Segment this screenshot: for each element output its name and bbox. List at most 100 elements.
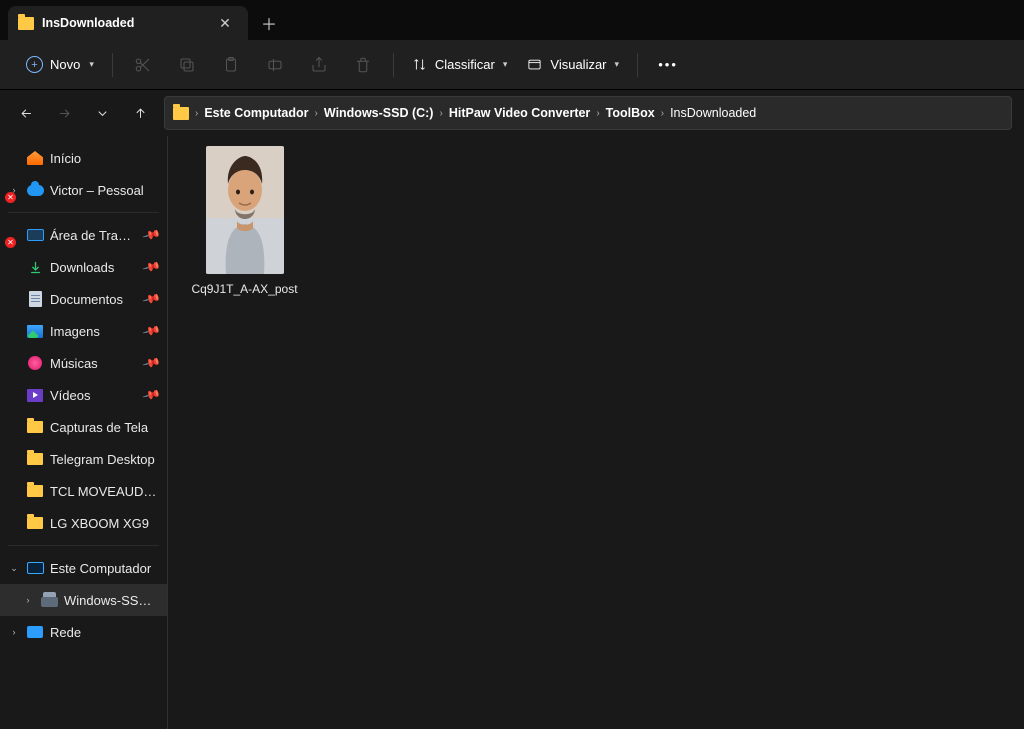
chevron-right-icon: › [195, 108, 198, 119]
sidebar-item-label: Imagens [50, 324, 138, 339]
sidebar-item-downloads[interactable]: ▸ Downloads 📌 [0, 251, 167, 283]
error-badge-icon: ✕ [5, 237, 16, 248]
separator [112, 53, 113, 77]
video-icon [26, 386, 44, 404]
clipboard-icon [222, 56, 240, 74]
file-item[interactable]: Cq9J1T_A-AX_post [192, 146, 297, 296]
arrow-right-icon [57, 106, 72, 121]
chevron-down-icon: ▾ [89, 59, 94, 70]
pin-icon: 📌 [142, 257, 162, 277]
sort-label: Classificar [435, 57, 495, 72]
sort-button[interactable]: Classificar ▾ [404, 53, 516, 76]
sidebar-item-drive[interactable]: › Windows-SSD (C:) [0, 584, 167, 616]
sidebar-item-folder[interactable]: ▸ LG XBOOM XG9 [0, 507, 167, 539]
pin-icon: 📌 [142, 289, 162, 309]
cloud-icon [26, 181, 44, 199]
sidebar-item-label: Downloads [50, 260, 138, 275]
chevron-right-icon: › [661, 108, 664, 119]
up-button[interactable] [126, 99, 154, 127]
pin-icon: 📌 [142, 225, 162, 245]
sidebar-item-folder[interactable]: ▸ TCL MOVEAUDIO S [0, 475, 167, 507]
expander-icon[interactable]: › [22, 595, 34, 605]
address-bar[interactable]: › Este Computador › Windows-SSD (C:) › H… [164, 96, 1012, 130]
file-name: Cq9J1T_A-AX_post [185, 282, 305, 296]
chevron-down-icon: ▾ [503, 59, 508, 70]
arrow-up-icon [133, 106, 148, 121]
document-icon [26, 290, 44, 308]
share-icon [310, 56, 328, 74]
desktop-icon [26, 226, 44, 244]
view-button[interactable]: Visualizar ▾ [519, 53, 627, 76]
new-button[interactable]: + Novo ▾ [18, 51, 102, 78]
sidebar-item-label: Músicas [50, 356, 138, 371]
folder-icon [18, 17, 34, 30]
sidebar-item-network[interactable]: › Rede [0, 616, 167, 648]
sidebar-item-this-pc[interactable]: ⌄ Este Computador [0, 552, 167, 584]
sidebar-item-pictures[interactable]: ▸ Imagens 📌 [0, 315, 167, 347]
folder-icon [173, 107, 189, 120]
chevron-right-icon: › [439, 108, 442, 119]
close-tab-button[interactable]: ✕ [212, 15, 238, 32]
view-icon [527, 57, 542, 72]
breadcrumb-item[interactable]: InsDownloaded [670, 106, 756, 120]
separator [8, 545, 159, 546]
breadcrumb-item[interactable]: Este Computador [204, 106, 308, 120]
separator [8, 212, 159, 213]
breadcrumb-item[interactable]: HitPaw Video Converter [449, 106, 590, 120]
pin-icon: 📌 [142, 321, 162, 341]
back-button[interactable] [12, 99, 40, 127]
copy-button[interactable] [167, 48, 207, 82]
trash-icon [354, 56, 372, 74]
tab-strip: InsDownloaded ✕ ＋ [0, 0, 1024, 40]
forward-button[interactable] [50, 99, 78, 127]
sidebar-item-videos[interactable]: ▸ Vídeos 📌 [0, 379, 167, 411]
sidebar-item-label: Windows-SSD (C:) [64, 593, 159, 608]
address-row: › Este Computador › Windows-SSD (C:) › H… [0, 90, 1024, 136]
rename-button[interactable] [255, 48, 295, 82]
sidebar-item-label: Início [50, 151, 159, 166]
tab-active[interactable]: InsDownloaded ✕ [8, 6, 248, 40]
person-thumbnail-icon [206, 146, 284, 274]
copy-icon [178, 56, 196, 74]
paste-button[interactable] [211, 48, 251, 82]
music-icon [26, 354, 44, 372]
expander-icon[interactable]: › [8, 627, 20, 637]
breadcrumb-item[interactable]: Windows-SSD (C:) [324, 106, 434, 120]
sidebar-item-label: Telegram Desktop [50, 452, 159, 467]
share-button[interactable] [299, 48, 339, 82]
arrow-left-icon [19, 106, 34, 121]
sidebar-item-label: LG XBOOM XG9 [50, 516, 159, 531]
home-icon [26, 149, 44, 167]
new-tab-button[interactable]: ＋ [252, 6, 286, 40]
sidebar-item-folder[interactable]: ▸ Capturas de Tela [0, 411, 167, 443]
sidebar-item-label: Documentos [50, 292, 138, 307]
sidebar-item-documents[interactable]: ▸ Documentos 📌 [0, 283, 167, 315]
file-view[interactable]: Cq9J1T_A-AX_post [168, 136, 1024, 729]
chevron-down-icon [95, 106, 110, 121]
delete-button[interactable] [343, 48, 383, 82]
file-thumbnail [206, 146, 284, 274]
view-label: Visualizar [550, 57, 606, 72]
rename-icon [266, 56, 284, 74]
breadcrumb-item[interactable]: ToolBox [606, 106, 655, 120]
sidebar-item-home[interactable]: ▸ Início [0, 142, 167, 174]
pictures-icon [26, 322, 44, 340]
pin-icon: 📌 [142, 353, 162, 373]
sidebar-item-label: Capturas de Tela [50, 420, 159, 435]
more-button[interactable]: ••• [648, 57, 688, 72]
sidebar-item-label: Área de Trabalho [50, 228, 138, 243]
chevron-down-icon: ▾ [615, 59, 620, 70]
tab-title: InsDownloaded [42, 16, 212, 30]
separator [393, 53, 394, 77]
sidebar-item-folder[interactable]: ▸ Telegram Desktop [0, 443, 167, 475]
expander-icon[interactable]: ⌄ [8, 563, 20, 574]
sidebar-item-onedrive[interactable]: › Victor – Pessoal ✕ [0, 174, 167, 206]
sidebar-item-music[interactable]: ▸ Músicas 📌 [0, 347, 167, 379]
recent-button[interactable] [88, 99, 116, 127]
sidebar-item-desktop[interactable]: ▸ Área de Trabalho 📌 ✕ [0, 219, 167, 251]
error-badge-icon: ✕ [5, 192, 16, 203]
chevron-right-icon: › [596, 108, 599, 119]
sidebar-item-label: Rede [50, 625, 159, 640]
download-icon [26, 258, 44, 276]
cut-button[interactable] [123, 48, 163, 82]
